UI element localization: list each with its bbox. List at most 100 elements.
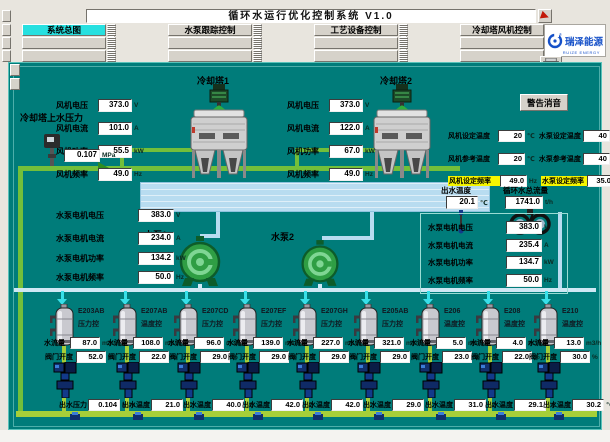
control-valve-icon[interactable] xyxy=(356,362,382,398)
unit: V xyxy=(544,224,548,231)
control-valve-icon[interactable] xyxy=(295,362,321,398)
control-valve-icon[interactable] xyxy=(478,362,504,398)
alarm-flag-icon xyxy=(540,11,550,21)
flow-down-arrow-icon xyxy=(304,291,307,299)
unit: V xyxy=(365,102,369,109)
hmi-screen: 循环水运行优化控制系统 V1.0 系统总图 水泵跟踪控制 工艺设备控制 冷却塔风… xyxy=(0,0,610,442)
fan-ref-temp-label: 风机参考温度 xyxy=(448,154,498,164)
outlet-label: 出水温度 xyxy=(302,400,331,410)
exchanger-name: E206 xyxy=(444,308,460,315)
total-flow-label: 循环水总流量 xyxy=(503,185,548,196)
unit: Hz xyxy=(529,178,537,185)
outlet-label: 出水温度 xyxy=(363,400,392,410)
outlet-sensor-icon xyxy=(133,412,143,420)
fan-set-temp-value[interactable]: 20 xyxy=(498,130,525,142)
nav-button-blank[interactable] xyxy=(460,37,544,49)
pump-set-temp-value[interactable]: 40 xyxy=(583,130,610,142)
flow-label: 水流量 xyxy=(168,338,194,348)
flow-label: 水流量 xyxy=(227,338,253,348)
nav-strip-cell[interactable] xyxy=(2,24,11,36)
fan-voltage-value: 373.0 xyxy=(329,99,363,112)
pump-power-label: 水泵电机功率 xyxy=(428,257,506,268)
pump-current-label: 水泵电机电流 xyxy=(428,240,506,251)
bottom-margin xyxy=(0,430,610,442)
flow-down-arrow-icon xyxy=(244,291,247,299)
pump-current-value: 235.4 xyxy=(506,239,542,252)
nav-button-blank[interactable] xyxy=(22,50,106,62)
fan-ref-temp-value[interactable]: 20 xyxy=(498,153,525,165)
scroll-block[interactable] xyxy=(10,78,20,90)
flow-down-arrow-icon xyxy=(427,291,430,299)
control-valve-icon[interactable] xyxy=(418,362,444,398)
pressure-sensor-icon xyxy=(42,134,62,166)
fan-frequency-value: 49.0 xyxy=(98,168,132,181)
logo-name: 瑞泽能源 xyxy=(565,34,603,48)
nav-strip-cell[interactable] xyxy=(2,10,11,22)
nav-group: 水泵跟踪控制 xyxy=(168,24,262,36)
alarm-flag-button[interactable] xyxy=(538,9,552,23)
nav-tab-process-equipment[interactable]: 工艺设备控制 xyxy=(314,24,398,36)
unit: % xyxy=(592,354,598,361)
pump-voltage-value: 383.0 xyxy=(506,221,542,234)
control-valve-icon[interactable] xyxy=(235,362,261,398)
fan-power-value: 67.0 xyxy=(329,145,363,158)
nav-tab-tower-fan-control[interactable]: 冷却塔风机控制 xyxy=(460,24,544,36)
unit: V xyxy=(134,102,138,109)
valve-open-label: 阀门开度 xyxy=(529,352,560,362)
pump-current-label: 水泵电机电流 xyxy=(56,233,138,244)
control-valve-icon[interactable] xyxy=(115,362,141,398)
flow-down-arrow-icon xyxy=(124,291,127,299)
nav-button-blank[interactable] xyxy=(314,37,398,49)
valve-open-label: 阀门开度 xyxy=(108,352,139,362)
control-valve-icon[interactable] xyxy=(536,362,562,398)
nav-tab-pump-tracking[interactable]: 水泵跟踪控制 xyxy=(168,24,252,36)
pump-ref-temp-label: 水泵参考温度 xyxy=(539,154,583,164)
nav-button-blank[interactable] xyxy=(168,37,252,49)
unit: MPa xyxy=(102,152,115,159)
valve-open-label: 阀门开度 xyxy=(228,352,259,362)
control-valve-icon[interactable] xyxy=(52,362,78,398)
outlet-label: 出水温度 xyxy=(122,400,151,410)
water-basin xyxy=(140,182,490,212)
nav-strip-cell[interactable] xyxy=(2,50,11,62)
nav-button-blank[interactable] xyxy=(460,50,544,62)
outlet-sensor-icon xyxy=(496,412,506,420)
scroll-block[interactable] xyxy=(10,64,20,76)
pump-set-temp-label: 水泵设定温度 xyxy=(539,131,583,141)
nav-button-blank[interactable] xyxy=(168,50,252,62)
control-valve-icon[interactable] xyxy=(176,362,202,398)
outlet-label: 出水温度 xyxy=(242,400,271,410)
nav-strip-cell[interactable] xyxy=(2,37,11,49)
fan-set-temp-label: 风机设定温度 xyxy=(448,131,498,141)
flow-value: 13.0 xyxy=(554,337,584,349)
exchanger-column: E210 温度控 水流量13.0m3/h 阀门开度30.0% 出水温度30.2℃ xyxy=(518,288,610,430)
pump2-icon[interactable] xyxy=(298,240,342,286)
valve-open-label: 阀门开度 xyxy=(471,352,502,362)
fan-voltage-label: 风机电压 xyxy=(287,100,329,111)
alarm-mute-button[interactable]: 警告消音 xyxy=(520,94,568,111)
nav-button-blank[interactable] xyxy=(22,37,106,49)
pump-set-freq-value[interactable]: 35.0 xyxy=(587,175,610,187)
valve-open-label: 阀门开度 xyxy=(45,352,76,362)
fan-current-value: 122.0 xyxy=(329,122,363,135)
outlet-sensor-icon xyxy=(374,412,384,420)
pump-power-value: 134.7 xyxy=(506,256,542,269)
pump-ref-temp-value[interactable]: 40 xyxy=(583,153,610,165)
unit: ℃ xyxy=(527,155,535,163)
fan-current-value: 101.0 xyxy=(98,122,132,135)
flow-down-arrow-icon xyxy=(365,291,368,299)
pump-power-value: 134.2 xyxy=(138,252,174,265)
pump-voltage-label: 水泵电机电压 xyxy=(56,210,138,221)
outlet-label: 出水温度 xyxy=(183,400,212,410)
nav-group: 冷却塔风机控制 xyxy=(460,24,554,36)
pump-power-label: 水泵电机功率 xyxy=(56,253,138,264)
unit: Hz xyxy=(365,171,373,178)
nav-tab-system-overview[interactable]: 系统总图 xyxy=(22,24,106,36)
unit: ℃ xyxy=(480,199,488,207)
nav-button-blank[interactable] xyxy=(314,50,398,62)
flow-value: 87.0 xyxy=(70,337,100,349)
fan-voltage-label: 风机电压 xyxy=(56,100,98,111)
flow-down-arrow-icon xyxy=(61,291,64,299)
flow-down-arrow-icon xyxy=(185,291,188,299)
outlet-sensor-icon xyxy=(70,412,80,420)
